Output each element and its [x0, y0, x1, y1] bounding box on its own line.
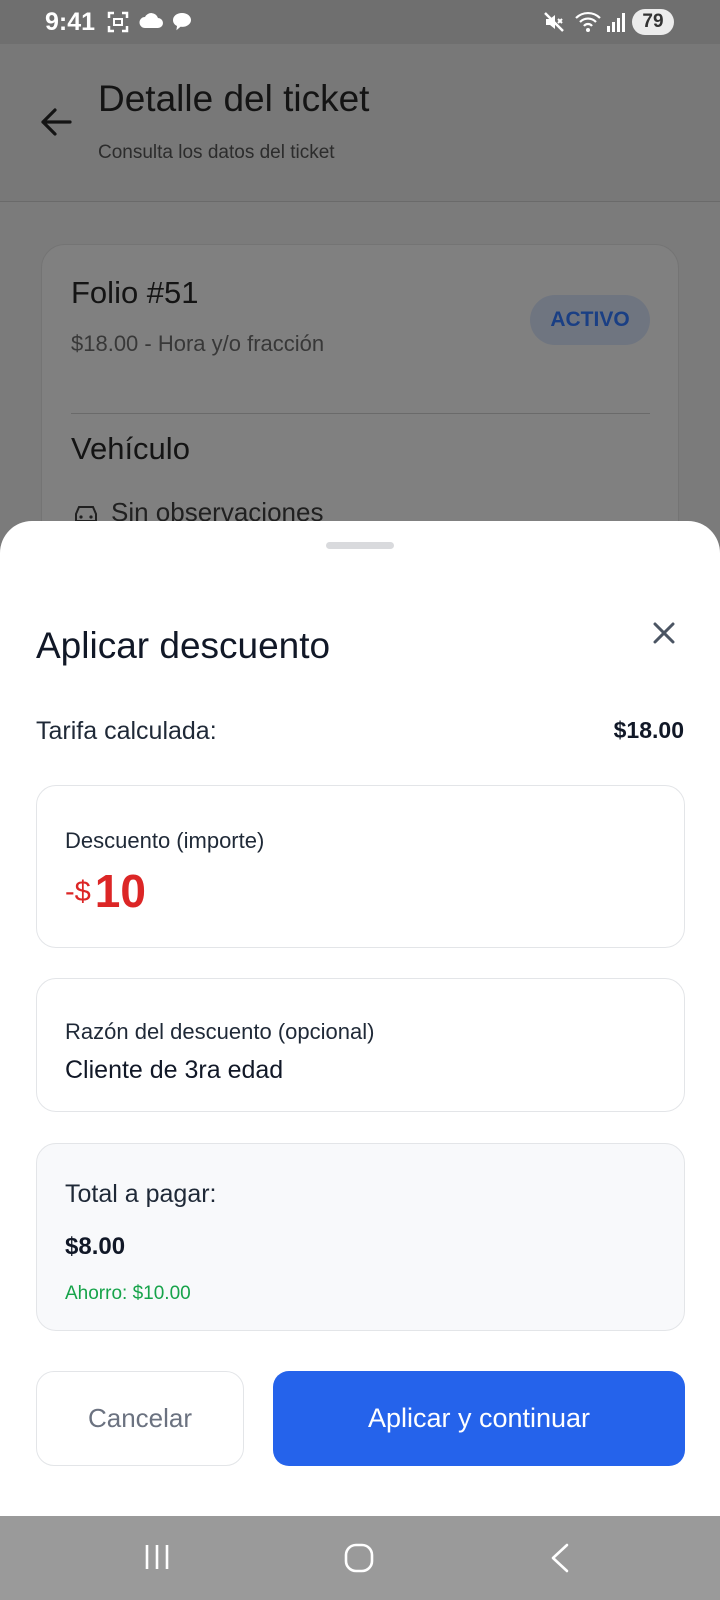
savings-text: Ahorro: $10.00 [65, 1283, 191, 1304]
back-icon[interactable] [548, 1542, 572, 1574]
apply-continue-button[interactable]: Aplicar y continuar [273, 1371, 685, 1466]
page-title: Detalle del ticket [98, 78, 370, 119]
ticket-folio: Folio #51 [71, 275, 199, 310]
recent-apps-icon[interactable] [142, 1542, 172, 1572]
wifi-icon [575, 11, 601, 32]
total-value: $8.00 [65, 1233, 126, 1260]
calculated-rate-label: Tarifa calculada: [36, 717, 217, 745]
discount-reason-label: Razón del descuento (opcional) [65, 1019, 375, 1044]
discount-bottom-sheet: Aplicar descuento Tarifa calculada: $18.… [0, 521, 720, 1516]
status-badge: ACTIVO [530, 295, 650, 345]
close-icon[interactable] [648, 617, 680, 649]
card-divider [71, 413, 650, 414]
discount-reason-field[interactable]: Razón del descuento (opcional) Cliente d… [36, 978, 685, 1112]
vehicle-section-title: Vehículo [71, 431, 190, 466]
total-summary: Total a pagar: $8.00 Ahorro: $10.00 [36, 1143, 685, 1331]
ticket-rate: $18.00 - Hora y/o fracción [71, 331, 325, 356]
mute-icon [544, 12, 564, 32]
discount-amount-input[interactable]: -$10 [65, 864, 146, 918]
home-icon[interactable] [343, 1542, 375, 1574]
discount-amount-value: 10 [94, 865, 146, 917]
back-arrow-icon[interactable] [38, 104, 74, 140]
sheet-drag-handle[interactable] [326, 542, 394, 549]
discount-amount-label: Descuento (importe) [65, 828, 265, 853]
screenshot-icon [107, 11, 129, 33]
discount-reason-input[interactable]: Cliente de 3ra edad [65, 1056, 283, 1085]
status-bar: 9:41 79 [0, 0, 720, 44]
page-subtitle: Consulta los datos del ticket [98, 142, 335, 163]
sheet-title: Aplicar descuento [36, 625, 331, 666]
chat-icon [173, 13, 191, 31]
calculated-rate-value: $18.00 [613, 717, 684, 743]
status-time: 9:41 [45, 8, 96, 36]
cloud-icon [139, 13, 163, 28]
system-nav-bar [0, 1516, 720, 1600]
discount-prefix: -$ [65, 876, 91, 908]
app-header: Detalle del ticket Consulta los datos de… [0, 44, 720, 202]
battery-indicator: 79 [632, 9, 674, 35]
discount-amount-field[interactable]: Descuento (importe) -$10 [36, 785, 685, 948]
cancel-button[interactable]: Cancelar [36, 1371, 244, 1466]
total-label: Total a pagar: [65, 1180, 217, 1208]
signal-icon [607, 13, 625, 32]
